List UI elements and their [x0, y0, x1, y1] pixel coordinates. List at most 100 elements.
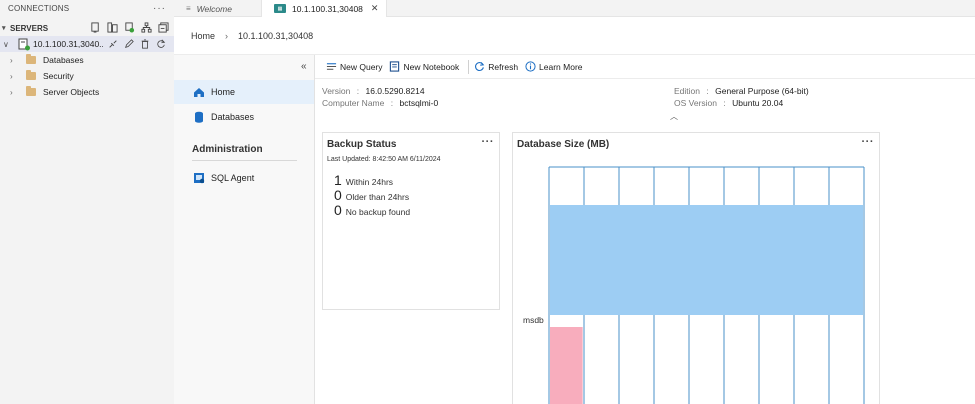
nav-item-sql-agent[interactable]: SQL Agent: [174, 166, 314, 190]
folder-icon: [26, 54, 36, 64]
property-separator: :: [390, 98, 394, 108]
new-notebook-button[interactable]: New Notebook: [389, 61, 460, 73]
backup-label: Within 24hrs: [345, 177, 394, 187]
computer-name-key: Computer Name: [322, 98, 385, 108]
refresh-button[interactable]: Refresh: [473, 61, 518, 73]
server-connected-icon: [17, 38, 31, 51]
backup-count: 0: [334, 202, 342, 218]
tab-label: Welcome: [196, 3, 232, 14]
divider: [192, 160, 297, 161]
tree-item-security[interactable]: › Security: [0, 68, 174, 84]
backup-row: 1 Within 24hrs: [334, 172, 393, 188]
backup-label: Older than 24hrs: [345, 192, 410, 202]
nav-item-label: Databases: [211, 112, 255, 122]
computer-name-property: Computer Name : bctsqlmi-0: [322, 98, 438, 108]
more-icon[interactable]: ···: [482, 136, 495, 148]
delete-icon[interactable]: [138, 38, 151, 51]
os-version-key: OS Version: [674, 98, 717, 108]
property-separator: :: [723, 98, 726, 108]
connections-header: CONNECTIONS ···: [0, 0, 174, 17]
chart-bar: [550, 327, 583, 404]
info-icon: [524, 61, 536, 73]
breadcrumb-home[interactable]: Home: [191, 31, 215, 41]
breadcrumb-server[interactable]: 10.1.100.31,30408: [238, 31, 313, 41]
refresh-icon: [473, 61, 485, 73]
disconnect-icon[interactable]: [106, 38, 119, 51]
learn-more-button[interactable]: Learn More: [524, 61, 583, 73]
new-query-icon: [325, 61, 337, 73]
tree-item-label: Databases: [43, 55, 84, 65]
property-separator: :: [356, 86, 360, 96]
new-connection-icon[interactable]: [89, 21, 102, 34]
version-property: Version : 16.0.5290.8214: [322, 86, 425, 96]
servers-label: SERVERS: [10, 23, 49, 33]
tree-item-label: Security: [43, 71, 74, 81]
server-label: 10.1.100.31,3040...: [33, 39, 103, 49]
refresh-icon[interactable]: [154, 38, 167, 51]
chart-bar: [550, 205, 863, 315]
dashboard-nav: « Home Databases Administration SQL Agen…: [174, 55, 315, 404]
chevron-down-icon[interactable]: ∨: [3, 40, 17, 49]
tree-item-label: Server Objects: [43, 87, 100, 97]
home-icon: [193, 87, 205, 98]
backup-status-widget: Backup Status ··· Last Updated: 8:42:50 …: [322, 132, 500, 310]
new-server-group-icon[interactable]: [106, 21, 119, 34]
edit-icon[interactable]: [122, 38, 135, 51]
nav-item-home[interactable]: Home: [174, 80, 314, 104]
nav-item-databases[interactable]: Databases: [174, 105, 314, 129]
property-separator: :: [706, 86, 709, 96]
os-version-value: Ubuntu 20.04: [732, 98, 784, 108]
nav-section-heading: Administration: [192, 144, 263, 155]
tab-server-dashboard[interactable]: ▦ 10.1.100.31,30408 ✕: [262, 0, 388, 17]
widget-title: Backup Status: [327, 139, 397, 150]
chevron-right-icon[interactable]: ›: [10, 56, 26, 65]
tab-label: 10.1.100.31,30408: [292, 3, 363, 14]
editor-tab-strip: ≡ Welcome ▦ 10.1.100.31,30408 ✕: [174, 0, 975, 17]
servers-section-header[interactable]: ▾ SERVERS: [0, 20, 174, 36]
nav-item-label: SQL Agent: [211, 173, 255, 183]
active-connections-icon[interactable]: [123, 21, 136, 34]
file-icon: ≡: [186, 4, 191, 13]
new-query-button[interactable]: New Query: [325, 61, 383, 73]
tree-item-server-objects[interactable]: › Server Objects: [0, 84, 174, 100]
version-value: 16.0.5290.8214: [365, 86, 425, 96]
edition-key: Edition: [674, 86, 700, 96]
database-size-widget: Database Size (MB) ··· msdb: [512, 132, 880, 404]
backup-row: 0 Older than 24hrs: [334, 187, 409, 203]
connections-panel: CONNECTIONS ··· ▾ SERVERS ∨ 10.1.100.31,…: [0, 0, 174, 404]
database-icon: [193, 111, 205, 123]
server-actions: [106, 38, 167, 51]
folder-icon: [26, 86, 36, 96]
hierarchy-icon[interactable]: [140, 21, 153, 34]
chevron-right-icon[interactable]: ›: [10, 72, 26, 81]
collapse-nav-icon[interactable]: «: [301, 61, 307, 72]
sql-agent-icon: [193, 173, 205, 184]
last-updated-text: Last Updated: 8:42:50 AM 6/11/2024: [327, 156, 441, 163]
database-size-chart: msdb: [523, 166, 865, 404]
dashboard-toolbar: New Query New Notebook Refresh Learn Mor…: [315, 55, 975, 79]
close-icon[interactable]: ✕: [371, 3, 379, 14]
server-dashboard-icon: ▦: [274, 4, 286, 13]
server-properties: Version : 16.0.5290.8214 Computer Name :…: [315, 79, 975, 123]
backup-count: 1: [334, 172, 342, 188]
new-query-label: New Query: [340, 61, 383, 72]
backup-row: 0 No backup found: [334, 202, 410, 218]
tree-item-databases[interactable]: › Databases: [0, 52, 174, 68]
os-version-property: OS Version : Ubuntu 20.04: [674, 98, 783, 108]
chevron-right-icon: ›: [225, 30, 229, 41]
chart-category-label: msdb: [523, 315, 544, 325]
tab-welcome[interactable]: ≡ Welcome: [174, 0, 262, 17]
new-notebook-label: New Notebook: [403, 61, 460, 72]
chevron-right-icon[interactable]: ›: [10, 88, 26, 97]
chevron-up-icon[interactable]: ︿: [670, 111, 678, 122]
server-node[interactable]: ∨ 10.1.100.31,3040...: [0, 36, 174, 52]
edition-value: General Purpose (64-bit): [715, 86, 809, 96]
servers-toolbar: [89, 21, 170, 34]
collapse-all-icon[interactable]: [157, 21, 170, 34]
notebook-icon: [389, 61, 401, 73]
more-icon[interactable]: ···: [153, 3, 166, 14]
connections-title: CONNECTIONS: [8, 4, 70, 13]
backup-count: 0: [334, 187, 342, 203]
chevron-down-icon[interactable]: ▾: [2, 24, 10, 32]
learn-more-label: Learn More: [539, 61, 583, 72]
